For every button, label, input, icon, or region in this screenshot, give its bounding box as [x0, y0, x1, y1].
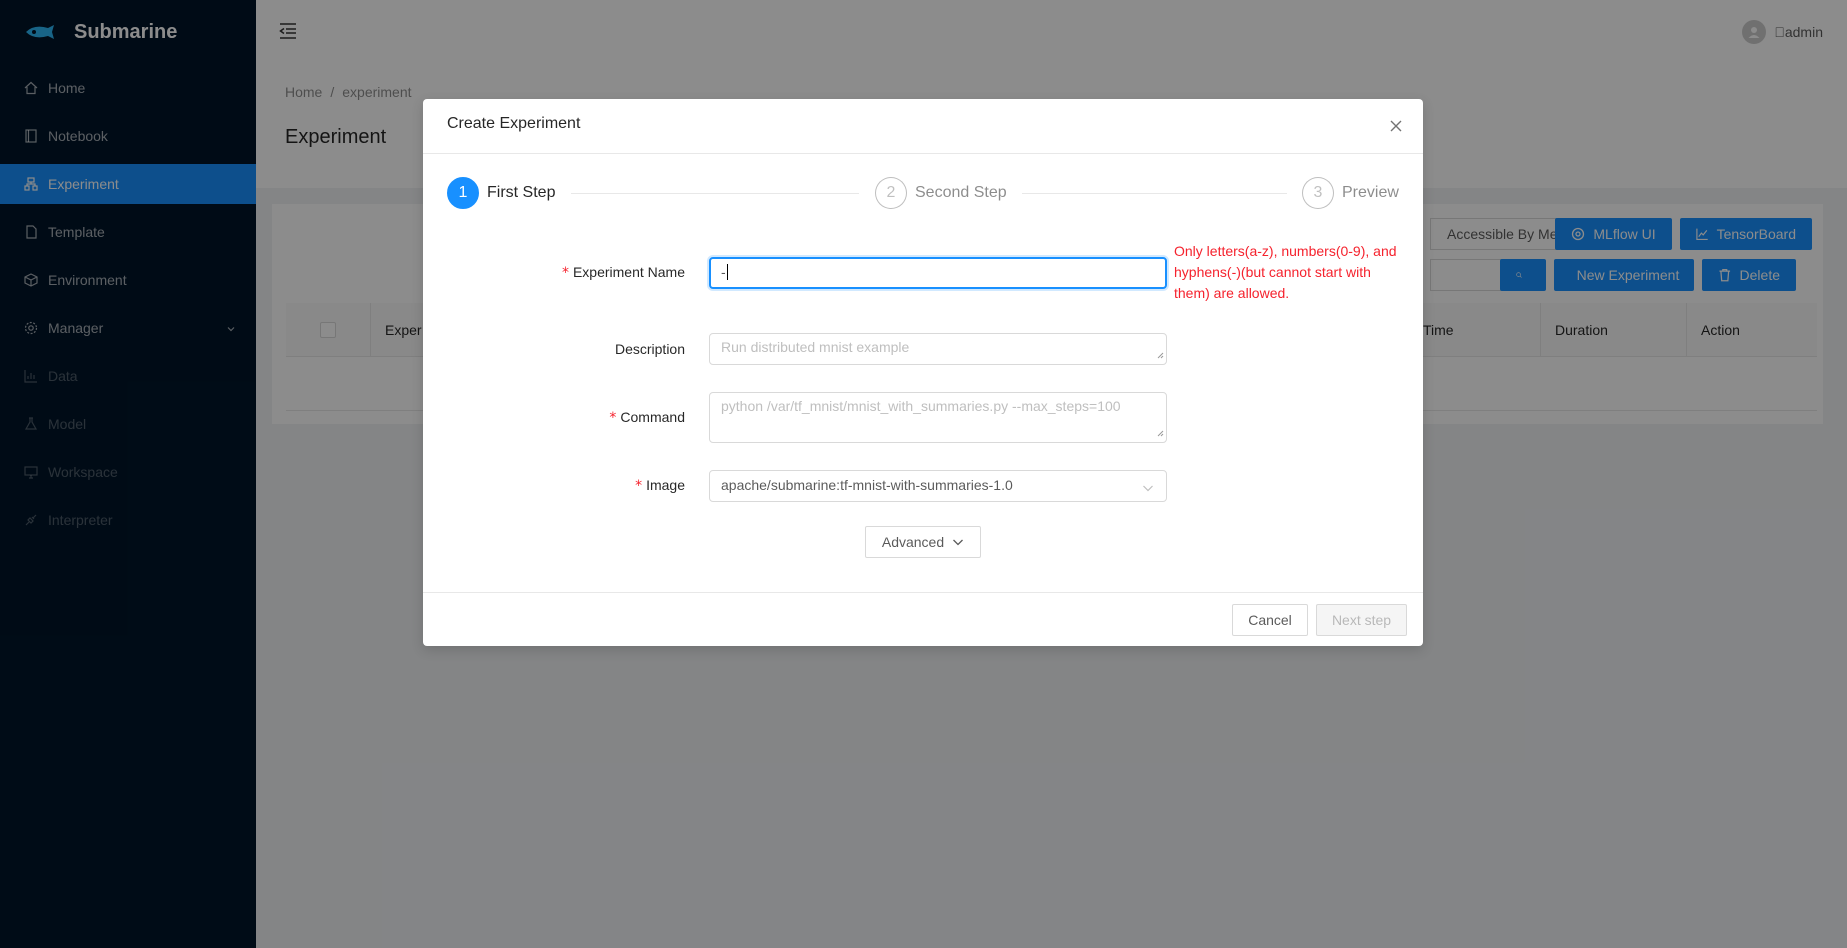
chevron-down-icon [1142, 481, 1154, 497]
required-mark: * [609, 410, 617, 426]
image-label-text: Image [646, 477, 685, 493]
step-number: 2 [875, 177, 907, 209]
command-placeholder: python /var/tf_mnist/mnist_with_summarie… [721, 398, 1121, 414]
required-mark: * [635, 478, 643, 494]
image-select-value: apache/submarine:tf-mnist-with-summaries… [721, 477, 1013, 493]
modal-footer: Cancel Next step [423, 592, 1423, 646]
advanced-label: Advanced [881, 534, 945, 550]
image-select[interactable]: apache/submarine:tf-mnist-with-summaries… [709, 470, 1167, 502]
experiment-name-value: - [721, 264, 726, 280]
step-connector [571, 193, 859, 194]
create-experiment-modal: Create Experiment 1 First Step 2 Second … [423, 99, 1423, 646]
chevron-down-icon [953, 539, 964, 546]
experiment-name-error: Only letters(a-z), numbers(0-9), and hyp… [1174, 243, 1397, 301]
command-label: * Command [609, 409, 685, 426]
step-first: 1 First Step [447, 177, 555, 209]
resize-handle-icon[interactable] [1157, 346, 1164, 362]
advanced-button[interactable]: Advanced [865, 526, 981, 558]
resize-handle-icon[interactable] [1157, 424, 1164, 440]
experiment-name-label-text: Experiment Name [572, 264, 685, 280]
description-field[interactable]: Run distributed mnist example [709, 333, 1167, 365]
step-connector [1022, 193, 1287, 194]
command-field[interactable]: python /var/tf_mnist/mnist_with_summarie… [709, 392, 1167, 443]
next-step-button[interactable]: Next step [1316, 604, 1407, 636]
step-label: Preview [1342, 184, 1399, 201]
step-preview: 3 Preview [1302, 177, 1399, 209]
description-label: Description [614, 341, 685, 357]
step-second: 2 Second Step [875, 177, 1007, 209]
close-icon[interactable] [1385, 115, 1407, 137]
image-label: * Image [635, 477, 685, 494]
description-placeholder: Run distributed mnist example [721, 339, 910, 355]
steps: 1 First Step 2 Second Step 3 Preview [447, 177, 1399, 209]
step-label: First Step [487, 184, 556, 201]
step-label: Second Step [915, 184, 1007, 201]
experiment-name-input[interactable]: - [709, 257, 1167, 289]
modal-header: Create Experiment [423, 99, 1423, 154]
required-mark: * [561, 265, 569, 281]
experiment-name-label: * Experiment Name [562, 264, 685, 281]
cancel-button[interactable]: Cancel [1232, 604, 1308, 636]
step-number: 1 [447, 177, 479, 209]
step-number: 3 [1302, 177, 1334, 209]
command-label-text: Command [620, 409, 685, 425]
modal-title: Create Experiment [447, 115, 581, 132]
